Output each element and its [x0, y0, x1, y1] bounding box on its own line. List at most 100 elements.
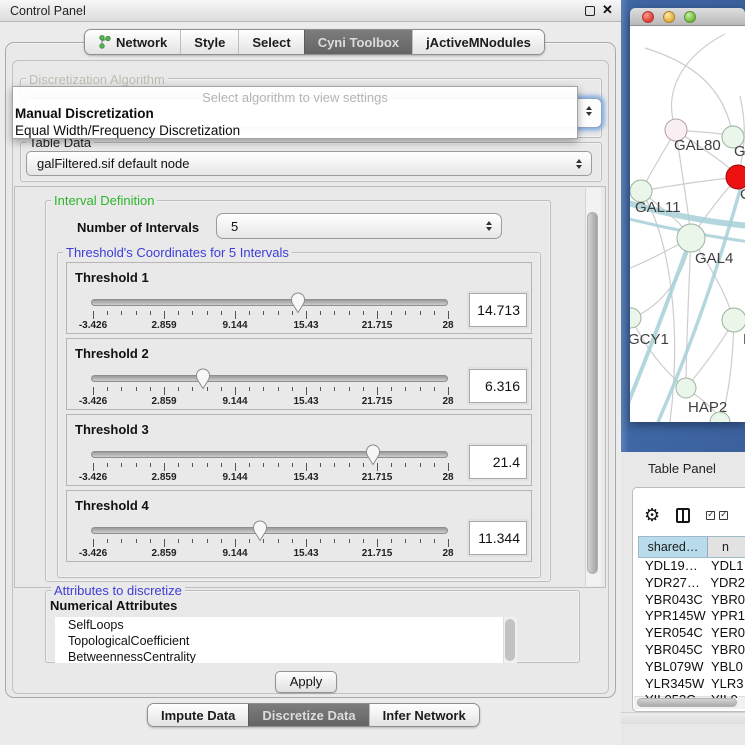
table-cell[interactable]: YPR145W: [638, 608, 708, 625]
slider-tick: [93, 311, 94, 319]
checkbox-icon[interactable]: [706, 511, 715, 520]
table-hscrollbar-thumb[interactable]: [637, 698, 737, 707]
slider-track[interactable]: [91, 299, 448, 306]
number-of-intervals-spinner[interactable]: 5: [216, 213, 502, 239]
attribute-list-item[interactable]: TopologicalCoefficient: [55, 633, 517, 649]
table-cell[interactable]: YDL1: [708, 558, 745, 575]
table-cell[interactable]: YBR045C: [638, 642, 708, 659]
dropdown-item-equal-width[interactable]: Equal Width/Frequency Discretization: [13, 122, 577, 139]
table-cell[interactable]: YIL0: [708, 692, 745, 698]
table-cell[interactable]: YBR0: [708, 592, 745, 609]
slider-tick: [263, 387, 264, 391]
split-columns-icon[interactable]: [676, 508, 690, 523]
table-cell[interactable]: YPR1: [708, 608, 745, 625]
table-cell[interactable]: YLR345W: [638, 676, 708, 693]
threshold-value-field[interactable]: 14.713: [469, 293, 527, 327]
table-cell[interactable]: YDR2: [707, 575, 745, 592]
slider-tick: [107, 463, 108, 467]
network-edge: [686, 238, 691, 388]
float-window-icon[interactable]: [585, 6, 595, 16]
slider-tick: [249, 463, 250, 467]
slider-track[interactable]: [91, 375, 448, 382]
checkbox-icon[interactable]: [719, 511, 728, 520]
table-cell[interactable]: YIL053C: [638, 692, 708, 698]
table-cell[interactable]: YER0: [708, 625, 745, 642]
threshold-value-field[interactable]: 6.316: [469, 369, 527, 403]
slider-track[interactable]: [91, 451, 448, 458]
table-row[interactable]: YBR045CYBR0: [638, 642, 745, 659]
threshold-value-field[interactable]: 11.344: [469, 521, 527, 555]
attribute-list-item[interactable]: BetweennessCentrality: [55, 649, 517, 663]
slider-thumb[interactable]: [252, 519, 268, 542]
slider-tick: [235, 539, 236, 547]
table-cell[interactable]: YBL079W: [638, 659, 708, 676]
tab-network[interactable]: Network: [85, 30, 180, 54]
slider-tick-label: -3.426: [71, 472, 115, 483]
settings-scrollbar-thumb[interactable]: [587, 212, 598, 574]
minimize-traffic-light-icon[interactable]: [663, 11, 675, 23]
table-row[interactable]: YDL19…YDL1: [638, 558, 745, 575]
table-cell[interactable]: YLR3: [708, 676, 745, 693]
column-header-shared-name[interactable]: shared…: [639, 537, 708, 557]
table-row[interactable]: YIL053CYIL0: [638, 692, 745, 698]
table-row[interactable]: YBL079WYBL0: [638, 659, 745, 676]
dropdown-item-manual[interactable]: Manual Discretization: [13, 105, 577, 122]
bottom-tab-strip: Impute Data Discretize DataInfer Network: [147, 703, 480, 727]
slider-tick: [363, 311, 364, 315]
table-cell[interactable]: YDL19…: [638, 558, 708, 575]
network-node-h[interactable]: [722, 308, 745, 332]
slider-thumb[interactable]: [195, 367, 211, 390]
slider-tick-label: 9.144: [213, 320, 257, 331]
threshold-value-field[interactable]: 21.4: [469, 445, 527, 479]
close-traffic-light-icon[interactable]: [642, 11, 654, 23]
network-window[interactable]: GAL80GACGAL11GAL4GCY1HHAP2: [630, 8, 745, 422]
slider-tick: [363, 539, 364, 543]
tab-select[interactable]: Select: [238, 30, 303, 54]
number-of-intervals-label: Number of Intervals: [77, 220, 199, 235]
network-edge: [672, 34, 725, 130]
checkbox-icons[interactable]: [706, 511, 728, 520]
attributes-scrollbar-thumb[interactable]: [505, 619, 515, 661]
table-row[interactable]: YPR145WYPR1: [638, 608, 745, 625]
slider-track[interactable]: [91, 527, 448, 534]
close-icon[interactable]: ✕: [602, 2, 613, 18]
slider-tick: [263, 311, 264, 315]
network-canvas[interactable]: GAL80GACGAL11GAL4GCY1HHAP2: [630, 26, 745, 422]
table-row[interactable]: YBR043CYBR0: [638, 592, 745, 609]
table-cell[interactable]: YER054C: [638, 625, 708, 642]
table-cell[interactable]: YBL0: [708, 659, 745, 676]
zoom-traffic-light-icon[interactable]: [684, 11, 696, 23]
table-cell[interactable]: YDR27…: [638, 575, 707, 592]
table-data-combobox[interactable]: galFiltered.sif default node: [26, 151, 592, 176]
table-header-row: shared…n: [638, 536, 745, 558]
table-cell[interactable]: YBR0: [708, 642, 745, 659]
table-row[interactable]: YER054CYER0: [638, 625, 745, 642]
numerical-attributes-list[interactable]: SelfLoopsTopologicalCoefficientBetweenne…: [55, 617, 517, 663]
tab-style[interactable]: Style: [180, 30, 238, 54]
slider-tick-label: 9.144: [213, 548, 257, 559]
slider-tick: [93, 387, 94, 395]
network-node-gcy1[interactable]: [630, 308, 641, 328]
column-header-name[interactable]: n: [708, 537, 745, 557]
tab-label: Impute Data: [161, 708, 235, 723]
tab-infer-network[interactable]: Infer Network: [369, 704, 479, 726]
slider-thumb[interactable]: [290, 291, 306, 314]
table-row[interactable]: YDR27…YDR2: [638, 575, 745, 592]
tab-jactivemnodules[interactable]: jActiveMNodules: [412, 30, 544, 54]
slider-tick-label: 28: [426, 396, 470, 407]
slider-tick: [192, 387, 193, 391]
slider-tick: [405, 387, 406, 391]
tab-impute-data[interactable]: Impute Data: [148, 704, 248, 726]
slider-tick-label: 9.144: [213, 472, 257, 483]
table-cell[interactable]: YBR043C: [638, 592, 708, 609]
attribute-list-item[interactable]: SelfLoops: [55, 617, 517, 633]
table-row[interactable]: YLR345WYLR3: [638, 676, 745, 693]
apply-button[interactable]: Apply: [275, 671, 337, 693]
tab-discretize-data[interactable]: Discretize Data: [248, 704, 368, 726]
tab-cyni-toolbox[interactable]: Cyni Toolbox: [304, 30, 412, 54]
node-attribute-table[interactable]: shared…nYDL19…YDL1YDR27…YDR2YBR043CYBR0Y…: [638, 536, 745, 698]
network-node-hap2[interactable]: [676, 378, 696, 398]
slider-thumb[interactable]: [365, 443, 381, 466]
gear-icon[interactable]: ⚙: [644, 506, 660, 524]
network-node-gal4[interactable]: [677, 224, 705, 252]
